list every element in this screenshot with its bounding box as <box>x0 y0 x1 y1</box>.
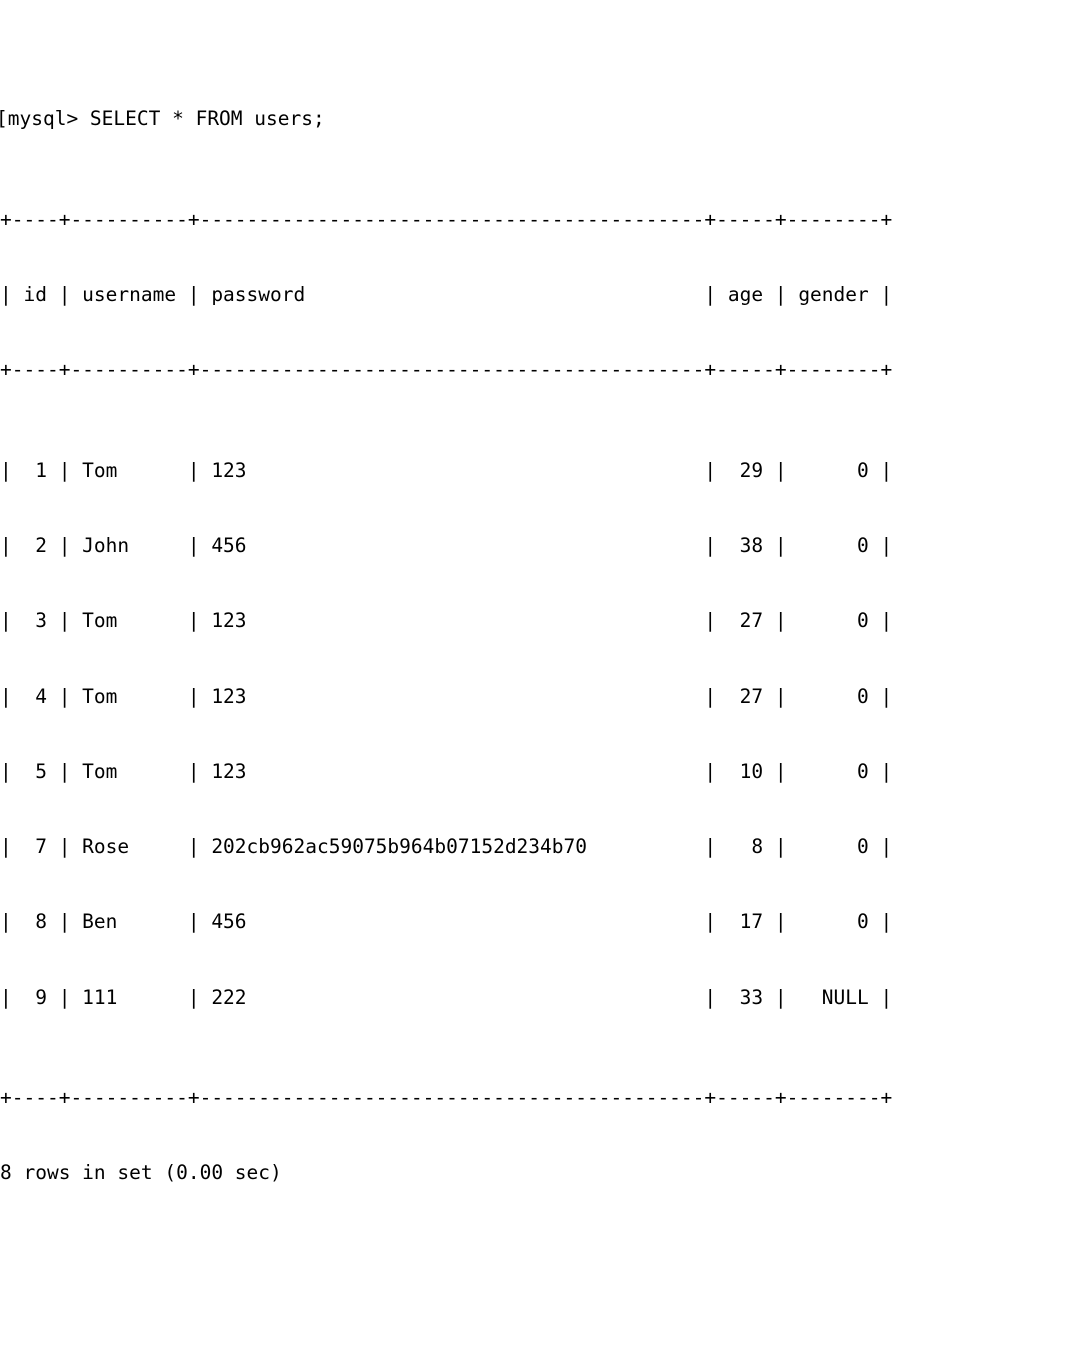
table1-border-top: +----+----------+-----------------------… <box>0 207 893 231</box>
table-row: | 8 | Ben | 456 | 17 | 0 | <box>0 910 893 934</box>
result-summary-1: 8 rows in set (0.00 sec) <box>0 1161 282 1185</box>
table-row: | 5 | Tom | 123 | 10 | 0 | <box>0 759 893 783</box>
table-row: | 7 | Rose | 202cb962ac59075b964b07152d2… <box>0 835 893 859</box>
table-row: | 3 | Tom | 123 | 27 | 0 | <box>0 609 893 633</box>
table1-header-row: | id | username | password | age | gende… <box>0 283 893 307</box>
table1-border-mid: +----+----------+-----------------------… <box>0 358 893 382</box>
table-row: | 2 | John | 456 | 38 | 0 | <box>0 533 893 557</box>
terminal-output: [mysql> SELECT * FROM users; +----+-----… <box>0 0 1068 1184</box>
table1-border-bottom: +----+----------+-----------------------… <box>0 1086 893 1110</box>
table-row: | 1 | Tom | 123 | 29 | 0 | <box>0 458 893 482</box>
command-line-1: [mysql> SELECT * FROM users; <box>0 107 325 131</box>
table-row: | 4 | Tom | 123 | 27 | 0 | <box>0 684 893 708</box>
table-row: | 9 | 111 | 222 | 33 | NULL | <box>0 985 893 1009</box>
